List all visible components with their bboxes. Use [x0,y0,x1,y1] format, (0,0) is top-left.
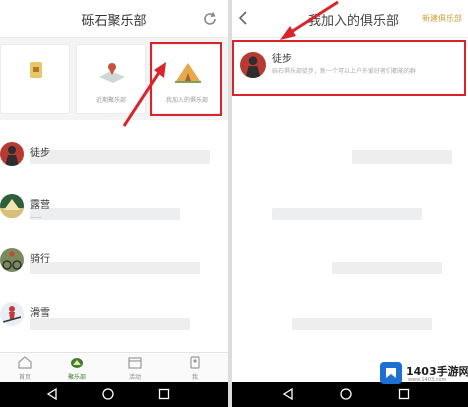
entry-card-label: 近期聚乐部 [95,97,126,104]
club-name: 滑雪 [30,308,50,319]
club-list-item[interactable]: 骑行 [0,242,228,296]
site-logo-icon [380,362,402,384]
tab-label: 活动 [128,374,141,381]
system-nav-bar [0,382,228,407]
activity-icon [128,357,142,369]
watermark: 1403手游网 www.1403.com [380,360,468,390]
skier-icon [0,302,24,326]
recents-square-icon[interactable] [158,388,170,400]
blurred-content [352,150,452,164]
tab-home[interactable]: 首页 [0,353,50,383]
back-triangle-icon[interactable] [46,388,58,400]
back-triangle-icon[interactable] [282,388,294,400]
club-list-item[interactable]: 滑雪 [0,296,228,350]
watermark-sub: www.1403.com [408,377,447,383]
page-title: 我加入的俱乐部 [308,14,400,29]
map-pin-icon [99,63,125,83]
blurred-content [332,262,442,274]
page-title: 砾石聚乐部 [81,14,147,29]
club-name: 骑行 [30,254,50,265]
hiker-icon [0,142,24,166]
club-icon [71,358,83,368]
tab-clubs[interactable]: 聚乐部 [52,353,102,383]
home-circle-icon[interactable] [340,388,352,400]
new-club-button[interactable]: 新建俱乐部 [422,13,462,24]
entry-card-badge[interactable] [0,44,70,114]
top-bar: 我加入的俱乐部 新建俱乐部 [232,0,468,38]
camp-icon [0,194,24,218]
badge-icon [30,62,42,78]
club-list-item[interactable]: 徒步 [0,136,228,190]
tab-label: 首页 [18,374,31,381]
tab-label: 聚乐部 [67,374,86,381]
tab-me[interactable]: 我 [170,353,220,383]
home-circle-icon[interactable] [102,388,114,400]
bottom-tab-bar: 首页 聚乐部 活动 我 [0,352,228,382]
tab-activity[interactable]: 活动 [110,353,160,383]
club-name: 露营 [30,200,50,211]
blurred-content [292,318,432,330]
club-list-item[interactable]: 露营 —— [0,188,228,242]
tab-label: 我 [191,374,198,381]
refresh-icon[interactable] [202,11,218,27]
highlight-box [232,40,466,96]
home-icon [18,356,32,369]
top-bar: 砾石聚乐部 [0,0,228,38]
cyclist-icon [0,248,24,272]
blurred-content [272,208,422,220]
back-arrow-icon[interactable] [238,11,248,25]
highlight-box [150,42,222,116]
entry-card-nearby[interactable]: 近期聚乐部 [76,44,146,114]
club-name: 徒步 [30,148,50,159]
profile-icon [190,356,200,369]
club-home-screen: 砾石聚乐部 近期聚乐部 我加入的俱乐部 徒步 露营 —— 骑行 滑雪 首页 聚乐… [0,0,228,407]
club-desc: —— [30,214,42,221]
my-clubs-screen: 我加入的俱乐部 新建俱乐部 徒步 砾石俱乐部徒步，新一个可以上户外爱好者们都能的… [232,0,468,407]
